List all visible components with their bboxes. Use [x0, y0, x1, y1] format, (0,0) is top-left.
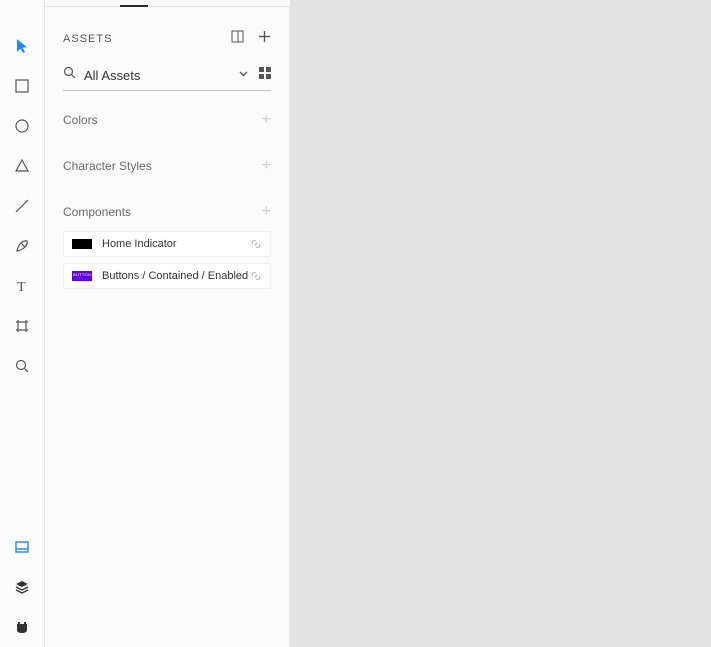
layers-icon [14, 579, 30, 595]
text-tool[interactable]: T [0, 266, 45, 306]
triangle-icon [14, 158, 30, 174]
colors-label: Colors [63, 113, 98, 127]
polygon-tool[interactable] [0, 146, 45, 186]
add-character-style-button[interactable]: + [262, 157, 271, 175]
svg-text:T: T [17, 280, 26, 294]
line-tool[interactable] [0, 186, 45, 226]
layers-panel-button[interactable] [0, 567, 45, 607]
ellipse-tool[interactable] [0, 106, 45, 146]
asset-swatch [72, 271, 92, 281]
add-component-button[interactable]: + [262, 203, 271, 221]
asset-filter-row: All Assets [63, 66, 271, 91]
select-tool[interactable] [0, 26, 45, 66]
asset-item-label: Home Indicator [102, 238, 250, 250]
grid-icon [259, 67, 271, 79]
cursor-icon [14, 38, 30, 54]
line-icon [14, 198, 30, 214]
grid-view-button[interactable] [259, 66, 271, 84]
plugins-panel-button[interactable] [0, 607, 45, 647]
rectangle-tool[interactable] [0, 66, 45, 106]
pen-tool[interactable] [0, 226, 45, 266]
rectangle-icon [14, 78, 30, 94]
canvas[interactable]: Signup Welcome Back! QJUMP SCAN PAY User… [290, 0, 711, 647]
character-styles-label: Character Styles [63, 159, 152, 173]
bottom-tools [0, 527, 45, 647]
active-tab-underline [120, 5, 148, 7]
components-label: Components [63, 205, 131, 219]
chevron-down-icon[interactable] [238, 66, 249, 84]
panel-icon [14, 539, 30, 555]
add-color-button[interactable]: + [262, 111, 271, 129]
character-styles-category[interactable]: Character Styles + [63, 157, 271, 175]
asset-swatch [72, 239, 92, 249]
search-icon [63, 66, 76, 84]
ellipse-icon [14, 118, 30, 134]
assets-panel: ASSETS All Assets Colors [45, 0, 290, 647]
components-category[interactable]: Components + [63, 203, 271, 221]
add-asset-button[interactable] [258, 30, 271, 48]
plugin-icon [14, 619, 30, 635]
asset-filter-dropdown[interactable]: All Assets [84, 68, 238, 83]
artboard-tool[interactable] [0, 306, 45, 346]
panel-header: ASSETS [63, 30, 271, 48]
zoom-tool[interactable] [0, 346, 45, 386]
list-toggle-icon [231, 30, 244, 43]
link-icon [250, 270, 262, 282]
artboard-icon [14, 318, 30, 334]
left-toolbar: T [0, 0, 45, 647]
assets-panel-button[interactable] [0, 527, 45, 567]
asset-item-label: Buttons / Contained / Enabled [102, 270, 250, 282]
plus-icon [258, 30, 271, 43]
asset-item-home-indicator[interactable]: Home Indicator [63, 231, 271, 257]
text-icon: T [14, 278, 30, 294]
list-toggle-button[interactable] [231, 30, 244, 48]
link-icon [250, 238, 262, 250]
app-root: T ASSETS [0, 0, 711, 647]
colors-category[interactable]: Colors + [63, 111, 271, 129]
pen-icon [14, 238, 30, 254]
search-icon [14, 358, 30, 374]
asset-item-button-contained[interactable]: Buttons / Contained / Enabled [63, 263, 271, 289]
panel-title: ASSETS [63, 33, 112, 45]
